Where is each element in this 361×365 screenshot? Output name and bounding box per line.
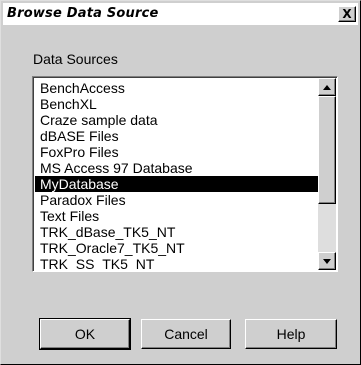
cancel-button[interactable]: Cancel	[141, 319, 231, 349]
browse-data-source-dialog: Browse Data Source X Data Sources BenchA…	[0, 0, 361, 365]
scroll-down-button[interactable]	[318, 252, 336, 270]
data-sources-label: Data Sources	[33, 51, 118, 67]
vertical-scrollbar[interactable]	[318, 78, 336, 270]
help-button[interactable]: Help	[245, 319, 337, 349]
scrollbar-thumb[interactable]	[318, 96, 336, 204]
arrow-down-icon	[323, 258, 331, 264]
list-item[interactable]: MS Access 97 Database	[35, 160, 318, 176]
list-item[interactable]: Paradox Files	[35, 192, 318, 208]
list-item[interactable]: FoxPro Files	[35, 144, 318, 160]
list-item[interactable]: BenchXL	[35, 96, 318, 112]
list-item[interactable]: TRK_Oracle7_TK5_NT	[35, 240, 318, 256]
list-item[interactable]: dBASE Files	[35, 128, 318, 144]
scroll-up-button[interactable]	[318, 78, 336, 96]
title-bar: Browse Data Source X	[3, 3, 358, 25]
arrow-up-icon	[323, 84, 331, 90]
list-item[interactable]: Text Files	[35, 208, 318, 224]
list-item-selected[interactable]: MyDatabase	[35, 176, 318, 192]
data-sources-items: BenchAccess BenchXL Craze sample data dB…	[35, 80, 318, 271]
dialog-title: Browse Data Source	[7, 6, 159, 21]
list-item[interactable]: Craze sample data	[35, 112, 318, 128]
ok-button[interactable]: OK	[39, 318, 131, 350]
data-sources-listbox[interactable]: BenchAccess BenchXL Craze sample data dB…	[32, 76, 338, 272]
close-button[interactable]: X	[338, 6, 356, 22]
close-icon: X	[342, 7, 352, 21]
list-item[interactable]: TRK_dBase_TK5_NT	[35, 224, 318, 240]
list-item[interactable]: TRK_SS_TK5_NT	[35, 256, 318, 271]
list-item[interactable]: BenchAccess	[35, 80, 318, 96]
